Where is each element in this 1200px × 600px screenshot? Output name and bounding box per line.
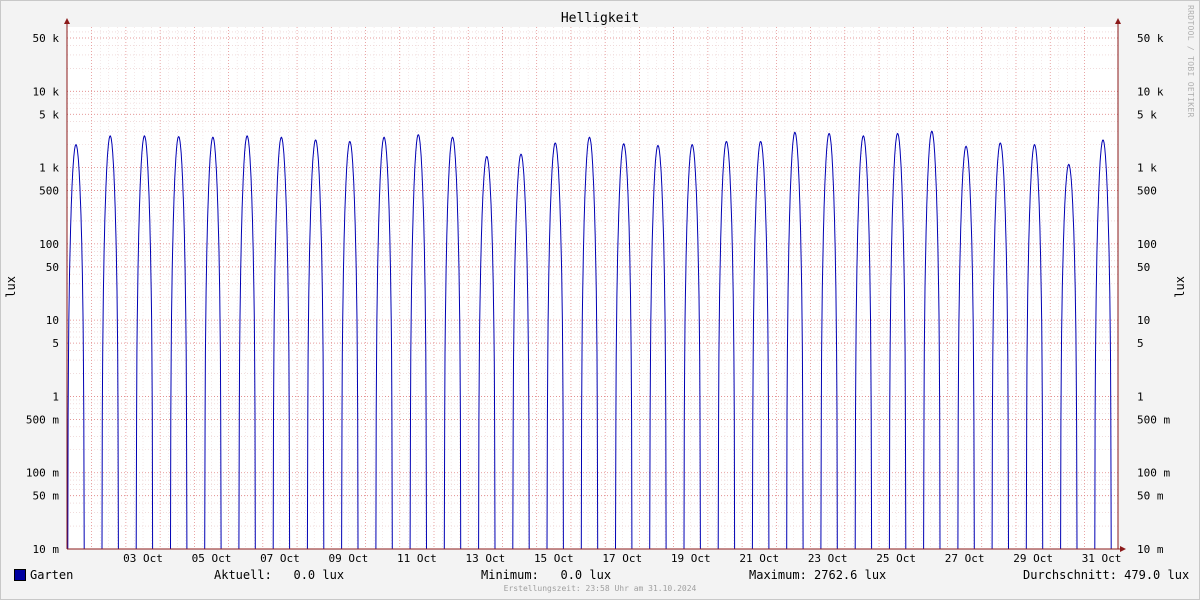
x-tick-label: 05 Oct [192, 552, 232, 565]
y-tick-label-right: 5 k [1137, 108, 1157, 121]
footer-timestamp: Erstellungszeit: 23:58 Uhr am 31.10.2024 [503, 584, 697, 593]
x-tick-label: 17 Oct [602, 552, 642, 565]
legend-durchschnitt: Durchschnitt: 479.0 lux [1023, 568, 1190, 582]
y-tick-label-right: 500 m [1137, 413, 1170, 426]
y-tick-label-left: 10 k [33, 85, 60, 98]
x-tick-label: 19 Oct [671, 552, 711, 565]
y-tick-label-right: 500 [1137, 185, 1157, 198]
y-tick-label-right: 10 m [1137, 543, 1164, 556]
chart-canvas: 50 k 50 k10 k 10 k5 k5 k1 k1 k500 500100 100… [26, 18, 1170, 565]
x-tick-label: 25 Oct [876, 552, 916, 565]
y-tick-label-left: 500 [39, 185, 59, 198]
legend-maximum: Maximum: 2762.6 lux [749, 568, 887, 582]
y-tick-label-right: 100 [1137, 238, 1157, 251]
y-axis-label-left: lux [4, 276, 18, 298]
y-tick-label-left: 5 [52, 337, 59, 350]
plot-area [67, 27, 1118, 549]
chart-title: Helligkeit [560, 11, 640, 26]
y-tick-label-left: 1 [52, 390, 59, 403]
y-tick-label-left: 10 m [33, 543, 60, 556]
y-tick-label-left: 10 [46, 314, 59, 327]
x-tick-label: 03 Oct [123, 552, 163, 565]
y-axis-label-right: lux [1173, 276, 1187, 298]
y-tick-label-right: 50 m [1137, 490, 1164, 503]
legend-aktuell: Aktuell: 0.0 lux [214, 568, 345, 582]
y-tick-label-right: 1 [1137, 390, 1144, 403]
x-tick-label: 23 Oct [808, 552, 848, 565]
y-tick-label-left: 100 m [26, 467, 59, 480]
legend-minimum: Minimum: 0.0 lux [481, 568, 612, 582]
y-tick-label-left: 50 m [33, 490, 60, 503]
x-tick-label: 09 Oct [329, 552, 369, 565]
x-tick-label: 07 Oct [260, 552, 300, 565]
y-tick-label-left: 1 k [39, 162, 59, 175]
x-tick-label: 15 Oct [534, 552, 574, 565]
y-tick-label-left: 100 [39, 238, 59, 251]
x-tick-label: 11 Oct [397, 552, 437, 565]
legend-swatch-garten [14, 569, 26, 581]
y-tick-label-right: 10 k [1137, 85, 1164, 98]
x-axis-arrow [1120, 546, 1126, 552]
y-tick-label-left: 50 k [33, 32, 60, 45]
y-tick-label-right: 1 k [1137, 162, 1157, 175]
y-tick-label-left: 5 k [39, 108, 59, 121]
y-tick-label-left: 500 m [26, 413, 59, 426]
x-tick-label: 21 Oct [739, 552, 779, 565]
x-tick-label: 29 Oct [1013, 552, 1053, 565]
y-tick-label-right: 5 [1137, 337, 1144, 350]
legend-series-name: Garten [30, 568, 74, 582]
rrdtool-credit: RRDTOOL / TOBI OETIKER [1186, 5, 1195, 118]
x-tick-label: 27 Oct [945, 552, 985, 565]
y-tick-label-right: 100 m [1137, 467, 1170, 480]
x-tick-label: 13 Oct [465, 552, 505, 565]
y-tick-label-right: 10 [1137, 314, 1150, 327]
y-tick-label-left: 50 [46, 261, 59, 274]
y-tick-label-right: 50 k [1137, 32, 1164, 45]
y-tick-label-right: 50 [1137, 261, 1150, 274]
x-tick-label: 31 Oct [1082, 552, 1122, 565]
